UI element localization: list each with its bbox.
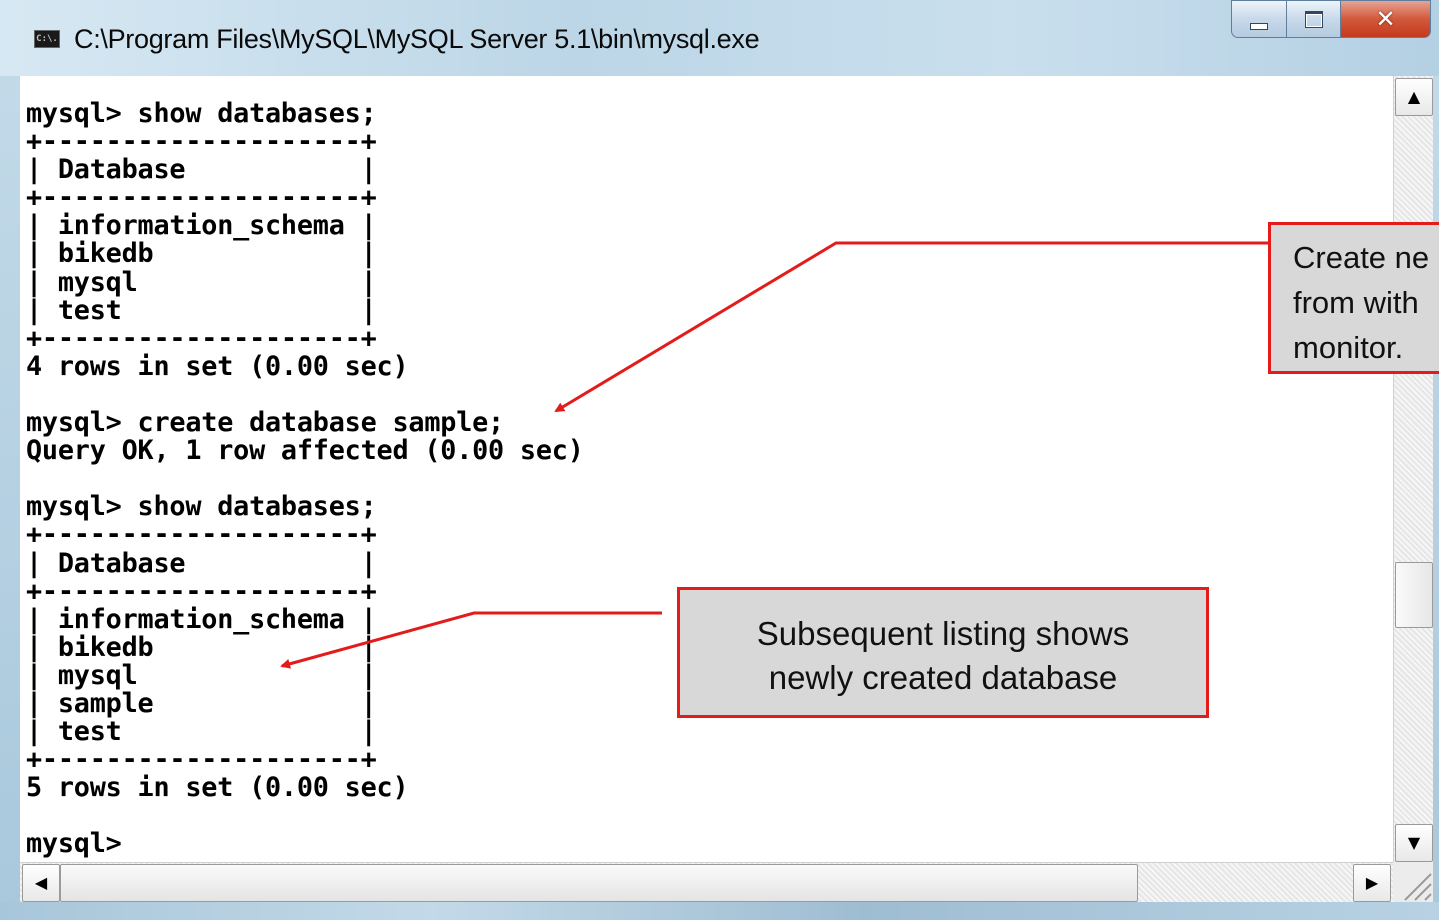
console-line: +--------------------+ [26,182,377,214]
console-line: | Database | [26,154,377,186]
scroll-right-arrow-icon: ▶ [1365,873,1379,892]
maximize-button[interactable] [1287,0,1341,38]
caption-buttons: ✕ [1231,0,1431,40]
console-line: 4 rows in set (0.00 sec) [26,350,409,382]
callout-line: Create ne [1293,240,1430,275]
scroll-down-arrow-icon: ▼ [1407,833,1421,852]
scroll-up-button[interactable]: ▲ [1395,78,1433,116]
console-line: +--------------------+ [26,126,377,158]
scroll-down-button[interactable]: ▼ [1395,824,1433,862]
console-line: | Database | [26,547,377,579]
console-line: | sample | [26,687,377,719]
console-line: +--------------------+ [26,322,377,354]
console-line: mysql> show databases; [26,491,377,523]
console-line: | mysql | [26,659,377,691]
horizontal-scrollbar[interactable]: ◀ ▶ [20,862,1393,902]
close-button[interactable]: ✕ [1341,0,1431,38]
console-output-area[interactable]: mysql> show databases; +-----------------… [20,76,1398,862]
scroll-right-button[interactable]: ▶ [1353,864,1391,902]
vertical-scroll-thumb[interactable] [1395,562,1433,628]
callout-line: monitor. [1293,330,1404,365]
horizontal-scroll-thumb[interactable] [60,864,1138,902]
console-line: mysql> create database sample; [26,407,504,439]
console-line: +--------------------+ [26,519,377,551]
vertical-scrollbar[interactable]: ▲ ▼ [1393,76,1433,862]
console-line: Query OK, 1 row affected (0.00 sec) [26,435,584,467]
window-bottom-frame [0,902,1439,920]
scroll-left-arrow-icon: ◀ [34,873,48,892]
console-line: | bikedb | [26,631,377,663]
console-line: | information_schema | [26,603,377,635]
console-line: mysql> [26,828,122,860]
console-line: | mysql | [26,266,377,298]
console-line: | test | [26,716,377,748]
scroll-up-arrow-icon: ▲ [1407,87,1421,106]
create-database-callout: Create ne from with monitor. [1268,222,1439,374]
console-lines: mysql> show databases; +-----------------… [26,98,584,860]
subsequent-listing-callout: Subsequent listing shows newly created d… [677,587,1209,718]
callout-line: from with [1293,285,1419,320]
minimize-icon [1250,22,1268,30]
window-title: C:\Program Files\MySQL\MySQL Server 5.1\… [74,24,760,54]
close-icon: ✕ [1375,5,1396,33]
console-line: | bikedb | [26,238,377,270]
console-line: | information_schema | [26,210,377,242]
console-line: +--------------------+ [26,744,377,776]
maximize-icon [1304,10,1323,28]
cmd-app-icon[interactable]: C:\. [34,30,60,48]
minimize-button[interactable] [1231,0,1287,38]
scroll-left-button[interactable]: ◀ [22,864,60,902]
resize-grip-icon[interactable] [1393,862,1433,902]
console-line: +--------------------+ [26,575,377,607]
console-window: C:\. C:\Program Files\MySQL\MySQL Server… [0,0,1439,920]
console-line: | test | [26,294,377,326]
console-line: mysql> show databases; [26,98,377,129]
callout-line: Subsequent listing shows [756,615,1130,652]
console-line: 5 rows in set (0.00 sec) [26,772,409,804]
title-bar[interactable]: C:\. C:\Program Files\MySQL\MySQL Server… [0,0,1439,76]
callout-line: newly created database [768,659,1118,696]
